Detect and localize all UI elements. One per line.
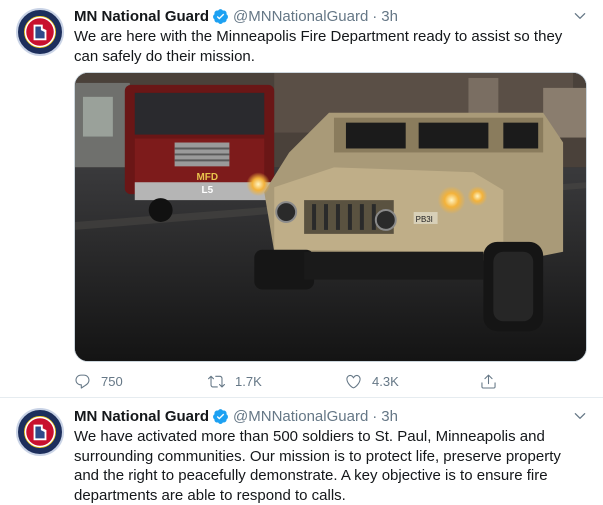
reply-button[interactable]: 750 bbox=[74, 371, 123, 391]
tweet-header: MN National Guard @MNNationalGuard · 3h bbox=[74, 6, 398, 26]
reply-count: 750 bbox=[101, 373, 123, 389]
author-name[interactable]: MN National Guard bbox=[74, 408, 209, 425]
retweet-button[interactable]: 1.7K bbox=[208, 371, 262, 391]
tweet-header: MN National Guard @MNNationalGuard · 3h bbox=[74, 406, 398, 426]
chevron-down-icon bbox=[574, 413, 586, 419]
verified-badge-icon bbox=[213, 8, 228, 24]
humvee-plate: PB3I bbox=[416, 215, 433, 224]
retweet-icon bbox=[208, 375, 225, 387]
retweet-count: 1.7K bbox=[235, 373, 262, 389]
like-button[interactable]: 4.3K bbox=[345, 371, 399, 391]
more-options-button[interactable] bbox=[571, 7, 589, 25]
share-icon bbox=[481, 374, 496, 389]
timestamp[interactable]: 3h bbox=[381, 408, 398, 425]
author-name[interactable]: MN National Guard bbox=[74, 8, 209, 25]
national-guard-seal-icon bbox=[18, 10, 62, 54]
avatar[interactable] bbox=[16, 8, 64, 56]
separator-dot: · bbox=[372, 7, 378, 25]
more-options-button[interactable] bbox=[571, 407, 589, 425]
tweet[interactable]: MN National Guard @MNNationalGuard · 3h … bbox=[0, 0, 603, 398]
truck-lettering: MFD bbox=[197, 172, 219, 183]
avatar[interactable] bbox=[16, 408, 64, 456]
verified-badge-icon bbox=[213, 408, 228, 424]
author-handle[interactable]: @MNNationalGuard bbox=[233, 8, 368, 25]
tweet-photo[interactable]: MFD L5 PB3I bbox=[74, 72, 587, 362]
truck-number: L5 bbox=[202, 185, 214, 196]
tweet[interactable]: MN National Guard @MNNationalGuard · 3h … bbox=[0, 398, 603, 505]
national-guard-seal-icon bbox=[18, 410, 62, 454]
heart-icon bbox=[346, 374, 361, 388]
like-count: 4.3K bbox=[372, 373, 399, 389]
fire-truck-and-humvee-photo: MFD L5 PB3I bbox=[75, 73, 586, 361]
timestamp[interactable]: 3h bbox=[381, 8, 398, 25]
separator-dot: · bbox=[372, 407, 378, 425]
tweet-text: We have activated more than 500 soldiers… bbox=[74, 428, 561, 504]
tweet-text: We are here with the Minneapolis Fire De… bbox=[74, 28, 563, 65]
chevron-down-icon bbox=[574, 13, 586, 19]
share-button[interactable] bbox=[480, 371, 507, 391]
reply-icon bbox=[75, 374, 90, 389]
tweet-actions: 750 1.7K 4.3K bbox=[74, 371, 524, 391]
author-handle[interactable]: @MNNationalGuard bbox=[233, 408, 368, 425]
